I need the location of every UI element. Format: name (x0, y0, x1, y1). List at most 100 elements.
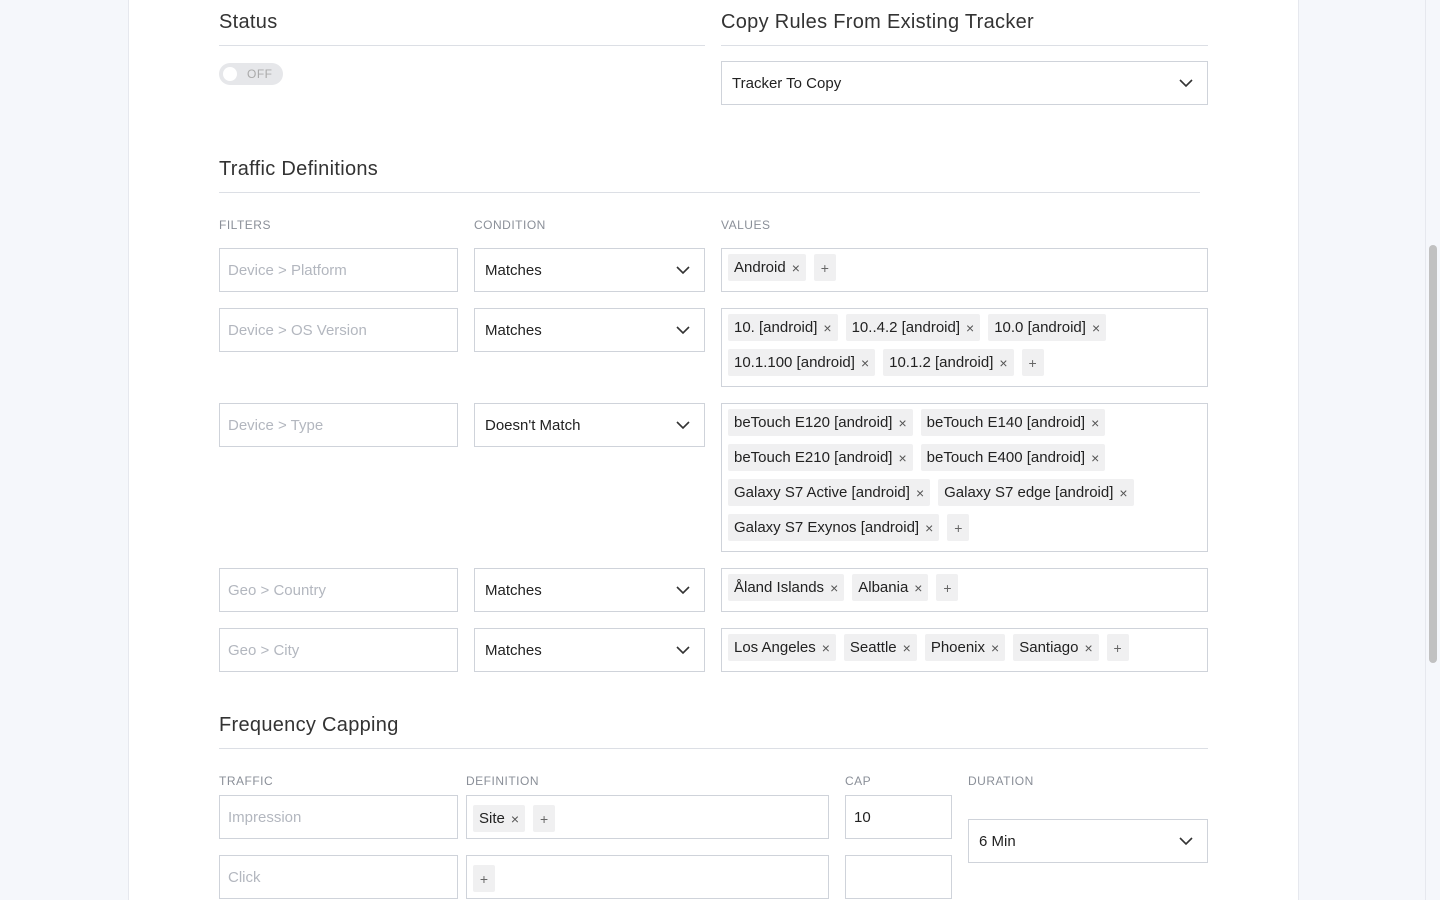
chip-label: beTouch E400 [android] (926, 449, 1086, 466)
value-chip: 10. [android] × (728, 314, 838, 341)
chevron-down-icon (1179, 76, 1193, 90)
value-chip: 10..4.2 [android] × (845, 314, 981, 341)
cap-input[interactable] (845, 855, 952, 899)
frequency-capping-title: Frequency Capping (219, 714, 399, 736)
filter-placeholder: Device > OS Version (228, 322, 367, 339)
condition-value: Matches (485, 322, 542, 339)
value-chips: Los Angeles × Seattle × Phoenix × Santiago × + (728, 634, 1201, 669)
values-tag-input[interactable]: 10. [android] × 10..4.2 [android] × 10.0 [an… (721, 308, 1208, 387)
chip-label: Galaxy S7 edge [android] (944, 484, 1114, 501)
remove-icon[interactable]: × (1119, 486, 1127, 500)
remove-icon[interactable]: × (830, 581, 838, 595)
values-tag-input[interactable]: Åland Islands × Albania × + (721, 568, 1208, 612)
remove-icon[interactable]: × (966, 321, 974, 335)
add-value-button[interactable]: + (813, 254, 836, 281)
scrollbar-thumb[interactable] (1429, 245, 1437, 663)
chevron-down-icon (676, 583, 690, 597)
definition-tag-input[interactable]: + (466, 855, 829, 899)
value-chip: Phoenix × (924, 634, 1006, 661)
filter-input[interactable]: Geo > City (219, 628, 458, 672)
traffic-input[interactable]: Click (219, 855, 458, 899)
remove-icon[interactable]: × (861, 356, 869, 370)
traffic-definitions-title: Traffic Definitions (219, 158, 379, 180)
chip-label: Los Angeles (734, 639, 816, 656)
chip-label: Galaxy S7 Active [android] (734, 484, 910, 501)
status-title: Status (219, 11, 278, 33)
add-value-button[interactable]: + (1021, 349, 1044, 376)
remove-icon[interactable]: × (903, 641, 911, 655)
values-tag-input[interactable]: Los Angeles × Seattle × Phoenix × Santiago × + (721, 628, 1208, 672)
remove-icon[interactable]: × (916, 486, 924, 500)
duration-column-label: DURATION (968, 774, 1034, 788)
remove-icon[interactable]: × (1092, 321, 1100, 335)
value-chip: beTouch E400 [android] × (920, 444, 1106, 471)
status-divider (219, 45, 705, 46)
add-definition-button[interactable]: + (473, 865, 495, 892)
remove-icon[interactable]: × (991, 641, 999, 655)
frequency-divider (219, 748, 1208, 749)
traffic-placeholder: Click (228, 869, 261, 886)
cap-value: 10 (854, 809, 871, 826)
chip-label: 10. [android] (734, 319, 818, 336)
chip-label: Phoenix (930, 639, 986, 656)
condition-column-label: CONDITION (474, 218, 546, 232)
chip-label: Santiago (1019, 639, 1079, 656)
chevron-down-icon (676, 418, 690, 432)
value-chip: Albania × (852, 574, 929, 601)
add-value-button[interactable]: + (1106, 634, 1129, 661)
filter-input[interactable]: Device > OS Version (219, 308, 458, 352)
remove-icon[interactable]: × (511, 812, 519, 826)
condition-value: Matches (485, 582, 542, 599)
values-tag-input[interactable]: beTouch E120 [android] × beTouch E140 [and… (721, 403, 1208, 552)
filter-input[interactable]: Geo > Country (219, 568, 458, 612)
value-chips: Åland Islands × Albania × + (728, 574, 1201, 609)
condition-select[interactable]: Matches (474, 248, 705, 292)
remove-icon[interactable]: × (925, 521, 933, 535)
remove-icon[interactable]: × (898, 451, 906, 465)
copy-rules-title: Copy Rules From Existing Tracker (721, 11, 1035, 33)
chip-label: Galaxy S7 Exynos [android] (734, 519, 920, 536)
remove-icon[interactable]: × (1091, 416, 1099, 430)
definition-tag-input[interactable]: Site × + (466, 795, 829, 839)
condition-select[interactable]: Matches (474, 628, 705, 672)
condition-select[interactable]: Matches (474, 568, 705, 612)
definition-chips: Site × + (473, 805, 822, 840)
value-chips: beTouch E120 [android] × beTouch E140 [and… (728, 409, 1201, 549)
remove-icon[interactable]: × (823, 321, 831, 335)
traffic-input[interactable]: Impression (219, 795, 458, 839)
condition-select[interactable]: Doesn't Match (474, 403, 705, 447)
value-chip: 10.1.100 [android] × (728, 349, 876, 376)
toggle-knob (223, 67, 237, 81)
duration-select[interactable]: 6 Min (968, 819, 1208, 863)
remove-icon[interactable]: × (914, 581, 922, 595)
remove-icon[interactable]: × (898, 416, 906, 430)
value-chips: 10. [android] × 10..4.2 [android] × 10.0 [an… (728, 314, 1201, 384)
status-toggle[interactable]: OFF (219, 63, 283, 85)
value-chip: Android × (728, 254, 806, 281)
filter-input[interactable]: Device > Type (219, 403, 458, 447)
remove-icon[interactable]: × (1084, 641, 1092, 655)
condition-value: Matches (485, 262, 542, 279)
tracker-to-copy-select[interactable]: Tracker To Copy (721, 61, 1208, 105)
remove-icon[interactable]: × (999, 356, 1007, 370)
values-tag-input[interactable]: Android × + (721, 248, 1208, 292)
value-chip: beTouch E140 [android] × (920, 409, 1106, 436)
filter-input[interactable]: Device > Platform (219, 248, 458, 292)
remove-icon[interactable]: × (792, 261, 800, 275)
add-value-button[interactable]: + (947, 514, 970, 541)
chip-label: beTouch E140 [android] (926, 414, 1086, 431)
chip-label: Android (734, 259, 786, 276)
copy-rules-divider (721, 45, 1208, 46)
chip-label: Albania (858, 579, 909, 596)
remove-icon[interactable]: × (822, 641, 830, 655)
remove-icon[interactable]: × (1091, 451, 1099, 465)
add-definition-button[interactable]: + (533, 805, 556, 832)
chevron-down-icon (676, 643, 690, 657)
add-value-button[interactable]: + (936, 574, 959, 601)
filter-placeholder: Device > Platform (228, 262, 347, 279)
condition-value: Matches (485, 642, 542, 659)
toggle-label: OFF (247, 67, 273, 81)
cap-input[interactable]: 10 (845, 795, 952, 839)
condition-select[interactable]: Matches (474, 308, 705, 352)
traffic-placeholder: Impression (228, 809, 302, 826)
